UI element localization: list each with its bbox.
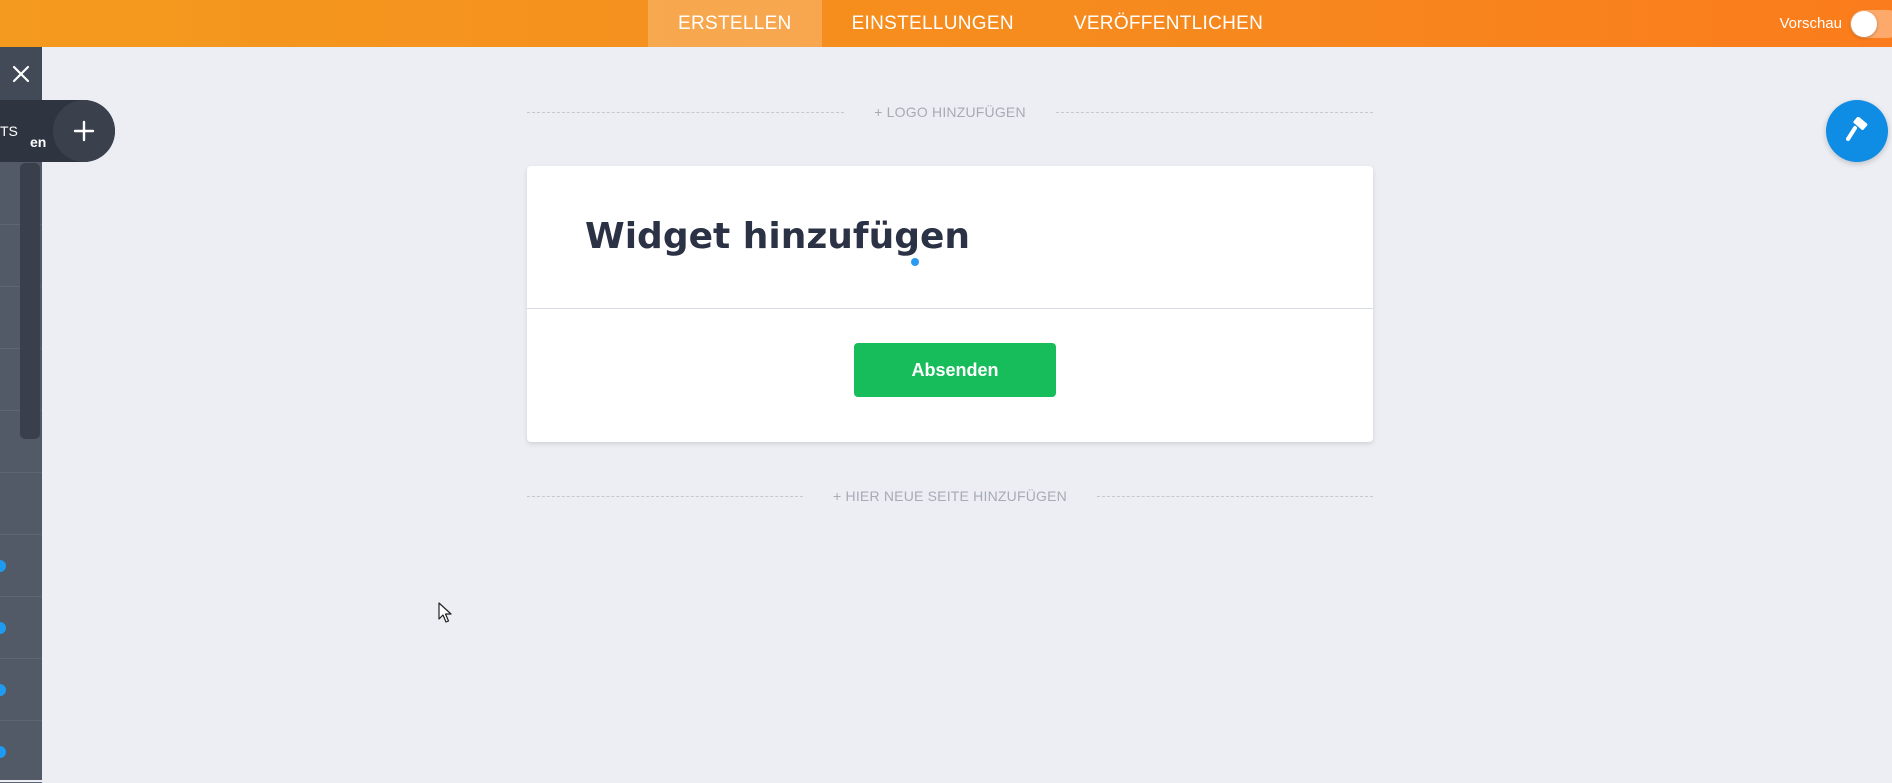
- add-page-button[interactable]: + HIER NEUE SEITE HINZUFÜGEN: [803, 488, 1097, 504]
- add-logo-button[interactable]: + LOGO HINZUFÜGEN: [844, 104, 1056, 120]
- sidebar-close-button[interactable]: [0, 47, 42, 101]
- sidebar-item[interactable]: [0, 659, 42, 721]
- preview-toggle-knob: [1851, 10, 1877, 37]
- elements-label: TS: [0, 123, 18, 139]
- preview-control: Vorschau: [1779, 0, 1892, 47]
- divider-line: [527, 495, 804, 497]
- tab-einstellungen[interactable]: EINSTELLUNGEN: [822, 0, 1044, 47]
- elements-sublabel: en: [30, 134, 47, 150]
- sidebar-item[interactable]: [0, 597, 42, 659]
- form-elements-toggle[interactable]: TS en: [0, 100, 115, 162]
- preview-label: Vorschau: [1779, 15, 1842, 32]
- tab-veroeffentlichen[interactable]: VERÖFFENTLICHEN: [1044, 0, 1293, 47]
- divider-line: [1055, 111, 1373, 113]
- preview-toggle[interactable]: [1850, 9, 1892, 38]
- sidebar-item[interactable]: [0, 721, 42, 783]
- sidebar-scrollbar[interactable]: [20, 163, 40, 439]
- builder-tabs: ERSTELLEN EINSTELLUNGEN VERÖFFENTLICHEN: [648, 0, 1293, 47]
- form-header[interactable]: Widget hinzufügen: [527, 166, 1373, 309]
- divider-line: [1096, 495, 1374, 497]
- sidebar-item[interactable]: [0, 473, 42, 535]
- form-title[interactable]: Widget hinzufügen: [585, 216, 970, 257]
- form-designer-button[interactable]: [1826, 100, 1888, 162]
- add-logo-row: + LOGO HINZUFÜGEN: [527, 102, 1373, 122]
- top-navigation-bar: ERSTELLEN EINSTELLUNGEN VERÖFFENTLICHEN …: [0, 0, 1892, 47]
- item-indicator-dot: [0, 746, 6, 758]
- item-indicator-dot: [0, 684, 6, 696]
- tab-erstellen[interactable]: ERSTELLEN: [648, 0, 822, 47]
- submit-button[interactable]: Absenden: [854, 343, 1056, 397]
- item-indicator-dot: [0, 560, 6, 572]
- text-cursor-dot: [911, 258, 919, 266]
- mouse-pointer-icon: [438, 602, 452, 623]
- plus-icon: [73, 120, 95, 142]
- add-page-row: + HIER NEUE SEITE HINZUFÜGEN: [527, 486, 1374, 506]
- item-indicator-dot: [0, 622, 6, 634]
- close-icon: [12, 65, 30, 83]
- sidebar-item[interactable]: [0, 535, 42, 597]
- divider-line: [527, 111, 845, 113]
- paint-roller-icon: [1846, 117, 1868, 141]
- add-element-button[interactable]: [53, 100, 115, 162]
- form-card: Widget hinzufügen Absenden: [527, 166, 1373, 442]
